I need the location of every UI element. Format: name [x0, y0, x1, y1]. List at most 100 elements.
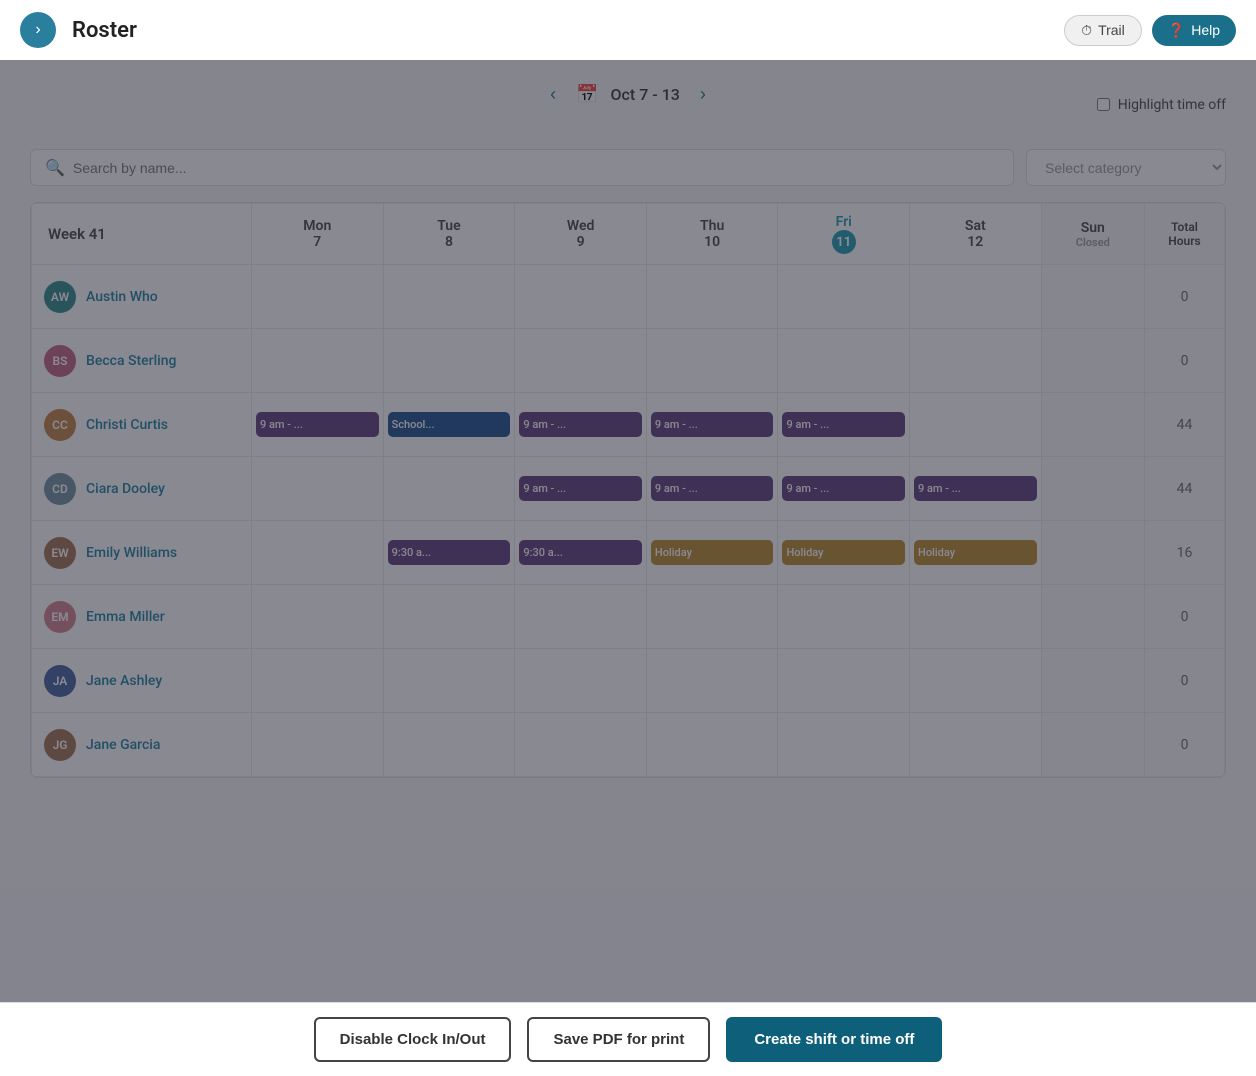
wed-cell[interactable]	[515, 585, 647, 649]
shift-block[interactable]: School...	[388, 412, 511, 437]
fri-cell[interactable]	[778, 585, 910, 649]
shift-block[interactable]: 9 am - ...	[782, 412, 905, 437]
employee-name[interactable]: EW Emily Williams	[44, 537, 247, 569]
mon-cell[interactable]	[252, 521, 384, 585]
shift-block[interactable]: 9 am - ...	[782, 476, 905, 501]
wed-cell[interactable]	[515, 649, 647, 713]
fri-cell[interactable]	[778, 265, 910, 329]
wed-cell[interactable]	[515, 329, 647, 393]
shift-block[interactable]: 9:30 a...	[519, 540, 642, 565]
shift-block[interactable]: 9 am - ...	[256, 412, 379, 437]
prev-week-button[interactable]: ‹	[542, 80, 564, 109]
employee-name[interactable]: EM Emma Miller	[44, 601, 247, 633]
help-button[interactable]: ❓ Help	[1152, 15, 1236, 46]
tue-cell[interactable]: 9:30 a...	[383, 521, 515, 585]
employee-name[interactable]: AW Austin Who	[44, 281, 247, 313]
sun-cell[interactable]	[1041, 329, 1144, 393]
tue-cell[interactable]	[383, 457, 515, 521]
sidebar-toggle-button[interactable]: ›	[20, 12, 56, 48]
disable-clock-button[interactable]: Disable Clock In/Out	[314, 1017, 512, 1062]
employee-name[interactable]: JA Jane Ashley	[44, 665, 247, 697]
sun-cell[interactable]	[1041, 585, 1144, 649]
avatar: EW	[44, 537, 76, 569]
wed-cell[interactable]	[515, 265, 647, 329]
roster-table: Week 41 Mon 7 Tue 8 Wed 9 Thu	[31, 203, 1225, 777]
thu-cell[interactable]	[646, 329, 778, 393]
thu-cell[interactable]: Holiday	[646, 521, 778, 585]
thu-header: Thu 10	[646, 204, 778, 265]
total-cell: 0	[1145, 329, 1225, 393]
sat-cell[interactable]	[910, 585, 1042, 649]
tue-cell[interactable]	[383, 585, 515, 649]
shift-block[interactable]: Holiday	[914, 540, 1037, 565]
save-pdf-button[interactable]: Save PDF for print	[527, 1017, 710, 1062]
search-input[interactable]	[73, 160, 999, 176]
employee-name[interactable]: JG Jane Garcia	[44, 729, 247, 761]
mon-cell[interactable]	[252, 265, 384, 329]
sat-cell[interactable]	[910, 265, 1042, 329]
sun-cell[interactable]	[1041, 457, 1144, 521]
thu-cell[interactable]: 9 am - ...	[646, 457, 778, 521]
fri-cell[interactable]: 9 am - ...	[778, 457, 910, 521]
mon-cell[interactable]: 9 am - ...	[252, 393, 384, 457]
sun-cell[interactable]	[1041, 393, 1144, 457]
wed-header: Wed 9	[515, 204, 647, 265]
thu-cell[interactable]: 9 am - ...	[646, 393, 778, 457]
wed-cell[interactable]: 9 am - ...	[515, 393, 647, 457]
sun-header: Sun Closed	[1041, 204, 1144, 265]
trail-icon: ⏱	[1081, 22, 1092, 39]
sat-cell[interactable]: Holiday	[910, 521, 1042, 585]
sun-cell[interactable]	[1041, 521, 1144, 585]
wed-cell[interactable]	[515, 713, 647, 777]
wed-cell[interactable]: 9:30 a...	[515, 521, 647, 585]
name-cell: AW Austin Who	[32, 265, 252, 329]
mon-cell[interactable]	[252, 329, 384, 393]
category-select[interactable]: Select category	[1026, 149, 1226, 186]
tue-cell[interactable]	[383, 329, 515, 393]
table-row: CD Ciara Dooley 9 am - ... 9 am - ... 9 am…	[32, 457, 1225, 521]
sun-cell[interactable]	[1041, 265, 1144, 329]
fri-cell[interactable]: Holiday	[778, 521, 910, 585]
sat-cell[interactable]	[910, 329, 1042, 393]
sun-cell[interactable]	[1041, 649, 1144, 713]
shift-block[interactable]: 9 am - ...	[651, 412, 774, 437]
employee-name[interactable]: BS Becca Sterling	[44, 345, 247, 377]
sun-cell[interactable]	[1041, 713, 1144, 777]
create-shift-button[interactable]: Create shift or time off	[726, 1017, 942, 1062]
fri-cell[interactable]	[778, 329, 910, 393]
shift-block[interactable]: 9 am - ...	[519, 412, 642, 437]
employee-name[interactable]: CD Ciara Dooley	[44, 473, 247, 505]
shift-block[interactable]: Holiday	[782, 540, 905, 565]
wed-cell[interactable]: 9 am - ...	[515, 457, 647, 521]
shift-block[interactable]: 9 am - ...	[651, 476, 774, 501]
shift-block[interactable]: 9 am - ...	[519, 476, 642, 501]
thu-cell[interactable]	[646, 585, 778, 649]
calendar-icon[interactable]: 📅	[576, 84, 598, 105]
highlight-checkbox[interactable]	[1097, 98, 1110, 111]
fri-cell[interactable]: 9 am - ...	[778, 393, 910, 457]
mon-cell[interactable]	[252, 585, 384, 649]
trail-label: Trail	[1098, 22, 1125, 38]
next-week-button[interactable]: ›	[692, 80, 714, 109]
trail-button[interactable]: ⏱ Trail	[1064, 15, 1142, 46]
mon-cell[interactable]	[252, 457, 384, 521]
shift-block[interactable]: 9:30 a...	[388, 540, 511, 565]
tue-cell[interactable]	[383, 713, 515, 777]
fri-cell[interactable]	[778, 713, 910, 777]
shift-block[interactable]: 9 am - ...	[914, 476, 1037, 501]
fri-cell[interactable]	[778, 649, 910, 713]
shift-block[interactable]: Holiday	[651, 540, 774, 565]
sat-cell[interactable]	[910, 393, 1042, 457]
sat-cell[interactable]: 9 am - ...	[910, 457, 1042, 521]
tue-cell[interactable]	[383, 649, 515, 713]
employee-name[interactable]: CC Christi Curtis	[44, 409, 247, 441]
thu-cell[interactable]	[646, 713, 778, 777]
tue-cell[interactable]: School...	[383, 393, 515, 457]
tue-cell[interactable]	[383, 265, 515, 329]
thu-cell[interactable]	[646, 265, 778, 329]
mon-cell[interactable]	[252, 713, 384, 777]
sat-cell[interactable]	[910, 649, 1042, 713]
mon-cell[interactable]	[252, 649, 384, 713]
thu-cell[interactable]	[646, 649, 778, 713]
sat-cell[interactable]	[910, 713, 1042, 777]
